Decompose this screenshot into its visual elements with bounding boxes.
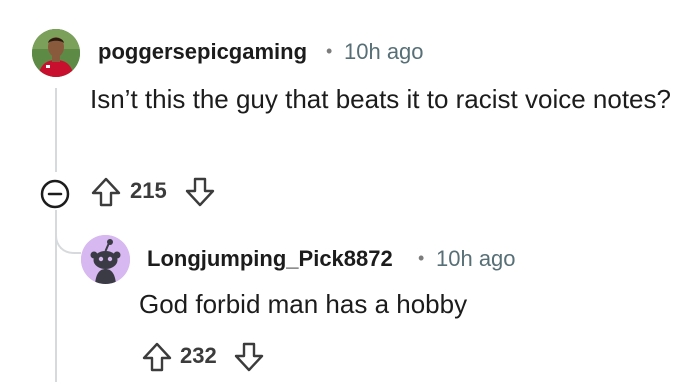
user-avatar[interactable] [32, 29, 80, 77]
comment-timestamp: 10h ago [344, 39, 424, 64]
reddit-snoo-icon [81, 235, 130, 284]
avatar-photo-icon [32, 29, 80, 77]
downvote-arrow-icon[interactable] [183, 175, 217, 209]
downvote-arrow-icon[interactable] [232, 340, 266, 374]
upvote-arrow-icon[interactable] [89, 175, 123, 209]
vote-count: 232 [180, 343, 217, 368]
user-avatar[interactable] [81, 235, 130, 284]
meta-separator: • [418, 248, 425, 268]
upvote-arrow-icon[interactable] [140, 340, 174, 374]
comment-body: God forbid man has a hobby [139, 289, 468, 319]
meta-separator: • [326, 41, 333, 61]
comment-body: Isn’t this the guy that beats it to raci… [90, 84, 671, 114]
comment-author[interactable]: poggersepicgaming [98, 39, 307, 65]
comment-timestamp: 10h ago [436, 246, 516, 271]
thread-line[interactable] [55, 88, 57, 172]
collapse-icon[interactable] [40, 179, 70, 209]
vote-count: 215 [130, 178, 167, 203]
thread-branch-line [55, 228, 81, 254]
comment-author[interactable]: Longjumping_Pick8872 [147, 246, 393, 272]
